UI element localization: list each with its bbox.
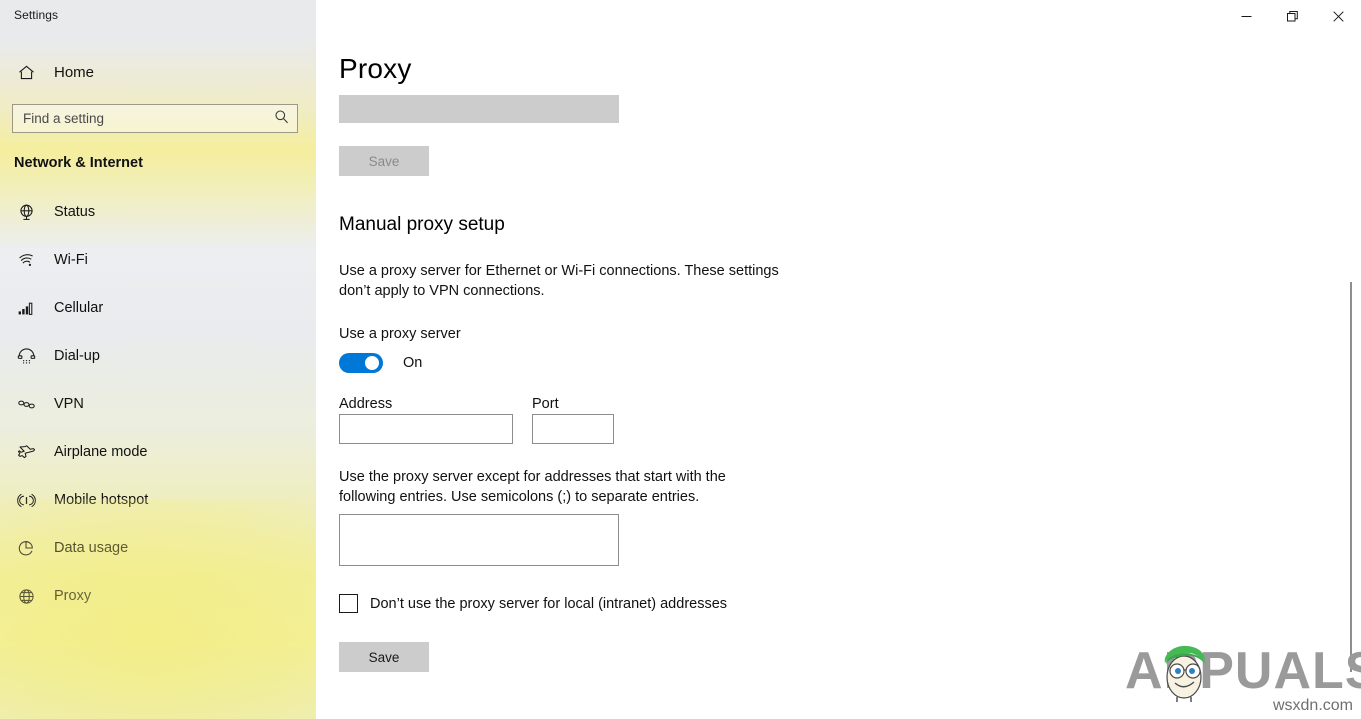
use-proxy-toggle[interactable]: [339, 353, 383, 373]
globe-icon: [6, 587, 46, 606]
sidebar: Home Network & Internet: [0, 0, 316, 719]
page-title: Proxy: [339, 53, 412, 85]
sidebar-item-home-label: Home: [54, 64, 94, 81]
sidebar-item-vpn[interactable]: VPN: [0, 385, 316, 423]
manual-proxy-setup-heading: Manual proxy setup: [339, 214, 505, 236]
sidebar-item-data-usage-label: Data usage: [54, 540, 128, 556]
sidebar-item-data-usage[interactable]: Data usage: [0, 529, 316, 567]
watermark-brand: APPUALS: [1125, 645, 1355, 697]
sidebar-item-wifi[interactable]: Wi-Fi: [0, 241, 316, 279]
main-content: Proxy Save Manual proxy setup Use a prox…: [316, 0, 1361, 719]
settings-window: Home Network & Internet: [0, 0, 1361, 719]
sidebar-item-wifi-label: Wi-Fi: [54, 252, 88, 268]
sidebar-item-vpn-label: VPN: [54, 396, 84, 412]
port-input[interactable]: [532, 414, 614, 444]
phone-icon: [6, 347, 46, 366]
airplane-icon: [6, 443, 46, 462]
watermark-domain: wsxdn.com: [1273, 697, 1353, 715]
toggle-knob: [365, 356, 379, 370]
search-input[interactable]: [23, 111, 270, 126]
hotspot-icon: [6, 491, 46, 510]
sidebar-item-cellular[interactable]: Cellular: [0, 289, 316, 327]
globe-status-icon: [6, 203, 46, 222]
sidebar-item-proxy[interactable]: Proxy: [0, 577, 316, 615]
setup-script-field: [339, 95, 619, 123]
exceptions-input[interactable]: [339, 514, 619, 566]
bypass-local-row[interactable]: Don’t use the proxy server for local (in…: [339, 594, 727, 613]
sidebar-item-status-label: Status: [54, 204, 95, 220]
home-icon: [6, 63, 46, 82]
exceptions-description: Use the proxy server except for addresse…: [339, 467, 759, 507]
vertical-scrollbar[interactable]: [1345, 32, 1357, 719]
sidebar-item-airplane-mode-label: Airplane mode: [54, 444, 148, 460]
port-label: Port: [532, 396, 559, 412]
restore-icon: [1287, 11, 1298, 22]
bypass-local-checkbox[interactable]: [339, 594, 358, 613]
sidebar-item-dialup-label: Dial-up: [54, 348, 100, 364]
use-proxy-server-label: Use a proxy server: [339, 326, 461, 342]
mascot-icon: [1153, 641, 1217, 703]
manual-proxy-description: Use a proxy server for Ethernet or Wi-Fi…: [339, 261, 809, 301]
vpn-icon: [6, 395, 46, 414]
minimize-button[interactable]: [1223, 0, 1269, 32]
watermark: APPUALS wsxdn.com: [1125, 639, 1355, 715]
signal-bars-icon: [6, 299, 46, 318]
save-manual-proxy-button[interactable]: Save: [339, 642, 429, 672]
bypass-local-label: Don’t use the proxy server for local (in…: [370, 596, 727, 612]
sidebar-item-airplane-mode[interactable]: Airplane mode: [0, 433, 316, 471]
minimize-icon: [1241, 11, 1252, 22]
sidebar-item-proxy-label: Proxy: [54, 588, 91, 604]
address-label: Address: [339, 396, 392, 412]
pie-chart-icon: [6, 539, 46, 558]
sidebar-item-mobile-hotspot-label: Mobile hotspot: [54, 492, 148, 508]
save-script-button[interactable]: Save: [339, 146, 429, 176]
sidebar-item-dialup[interactable]: Dial-up: [0, 337, 316, 375]
window-controls: [1223, 0, 1361, 32]
close-button[interactable]: [1315, 0, 1361, 32]
wifi-icon: [6, 251, 46, 270]
close-icon: [1333, 11, 1344, 22]
search-container[interactable]: [12, 104, 298, 133]
sidebar-section-title: Network & Internet: [14, 155, 143, 171]
search-icon: [274, 109, 289, 129]
sidebar-item-mobile-hotspot[interactable]: Mobile hotspot: [0, 481, 316, 519]
sidebar-item-cellular-label: Cellular: [54, 300, 103, 316]
sidebar-item-home[interactable]: Home: [0, 58, 316, 86]
scrollbar-thumb[interactable]: [1350, 282, 1352, 672]
search-box[interactable]: [12, 104, 298, 133]
use-proxy-toggle-row: On: [339, 353, 422, 373]
toggle-state-label: On: [403, 355, 422, 371]
address-input[interactable]: [339, 414, 513, 444]
sidebar-item-status[interactable]: Status: [0, 193, 316, 231]
restore-button[interactable]: [1269, 0, 1315, 32]
